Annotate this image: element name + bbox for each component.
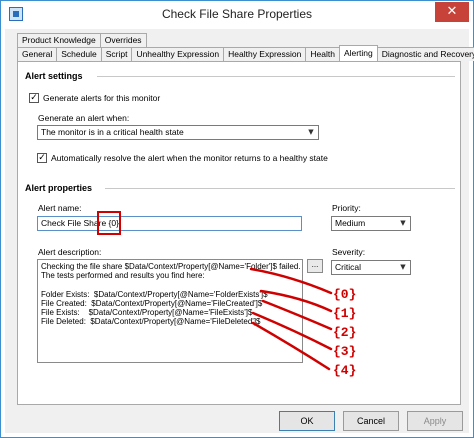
annotation-arrows — [249, 267, 333, 371]
placeholder-label-2: {2} — [333, 325, 357, 340]
placeholder-label-3: {3} — [333, 344, 357, 359]
arrow-2 — [261, 299, 333, 331]
tab-alerting[interactable]: Alerting — [338, 45, 378, 61]
arrow-1 — [259, 289, 333, 313]
properties-dialog: Check File Share Properties ✕ Product Kn… — [0, 0, 474, 438]
arrow-0 — [249, 267, 333, 295]
placeholder-label-1: {1} — [333, 306, 357, 321]
placeholder-label-0: {0} — [333, 287, 357, 302]
placeholder-label-4: {4} — [333, 363, 357, 378]
